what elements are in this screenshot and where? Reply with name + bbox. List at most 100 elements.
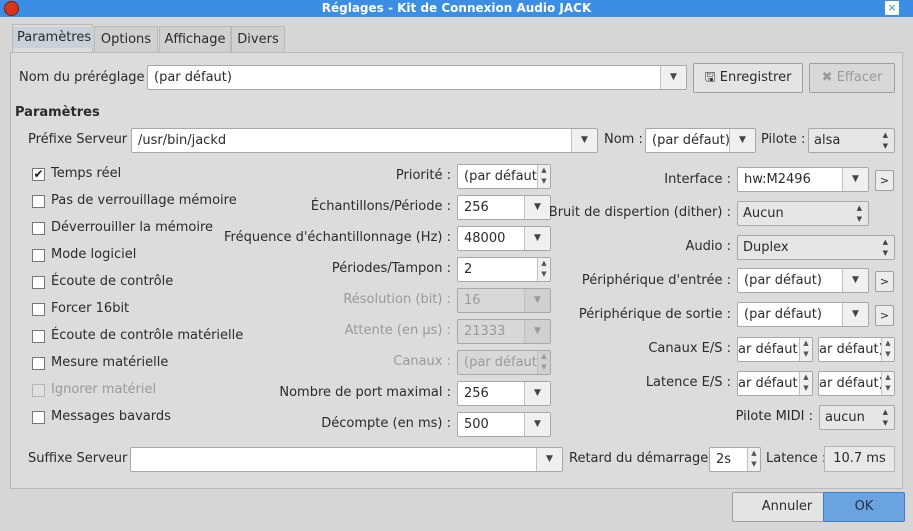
start-delay-spin[interactable]: 2s ▲ ▼: [709, 447, 761, 472]
output-channels-value: ar défaut): [819, 342, 884, 357]
preset-combo[interactable]: (par défaut) ▼: [147, 65, 687, 90]
checkbox[interactable]: [32, 276, 45, 289]
field-label: Priorité :: [395, 168, 451, 183]
field-label: Périodes/Tampon :: [331, 261, 451, 276]
output-channels-spin[interactable]: ar défaut) ▲ ▼: [818, 337, 895, 362]
audio-select[interactable]: Duplex ▲ ▼: [737, 235, 895, 260]
input-channels-spin[interactable]: ar défaut) ▲ ▼: [737, 337, 813, 362]
output-device-combo[interactable]: (par défaut) ▼: [737, 302, 869, 327]
midi-driver-value: aucun: [825, 410, 865, 425]
title-bar: Réglages - Kit de Connexion Audio JACK: [0, 0, 913, 17]
ok-button[interactable]: OK: [823, 492, 905, 522]
checkbox[interactable]: [32, 222, 45, 235]
audio-value: Duplex: [743, 240, 789, 255]
interface-combo[interactable]: hw:M2496 ▼: [737, 167, 869, 192]
tab-divers[interactable]: Divers: [231, 26, 285, 53]
checkbox[interactable]: [32, 357, 45, 370]
input-device-combo[interactable]: (par défaut) ▼: [737, 268, 869, 293]
updown-icon: ▲ ▼: [882, 131, 888, 150]
tab-parametres[interactable]: Paramètres: [12, 24, 96, 53]
spin-box[interactable]: (par défaut) ▲ ▼: [457, 350, 551, 375]
input-device-label: Périphérique d'entrée :: [581, 273, 731, 288]
input-latency-spin[interactable]: ar défaut) ▲ ▼: [737, 371, 813, 396]
server-prefix-label: Préfixe Serveur :: [28, 132, 136, 147]
combo-box[interactable]: 48000 ▼: [457, 226, 551, 251]
checkbox-label[interactable]: Mode logiciel: [51, 245, 136, 265]
midi-driver-select[interactable]: aucun ▲ ▼: [819, 405, 895, 430]
dither-label: Bruit de dispertion (dither) :: [548, 205, 731, 220]
tab-label: Paramètres: [13, 27, 96, 48]
driver-select[interactable]: alsa ▲ ▼: [808, 128, 895, 153]
spin-box[interactable]: (par défaut) ▲ ▼: [457, 164, 551, 189]
checkbox[interactable]: [32, 384, 45, 397]
server-suffix-label: Suffixe Serveur :: [28, 451, 136, 466]
input-device-value: (par défaut): [744, 273, 822, 288]
field-value: 500: [464, 417, 489, 432]
start-delay-label: Retard du démarrage :: [569, 451, 717, 466]
checkbox[interactable]: [32, 249, 45, 262]
field-value: 21333: [464, 324, 506, 339]
chevron-down-icon: ▼: [524, 320, 550, 343]
server-name-combo[interactable]: (par défaut) ▼: [645, 128, 756, 153]
section-heading: Paramètres: [15, 105, 100, 120]
checkbox[interactable]: [32, 330, 45, 343]
chevron-down-icon: ▼: [729, 129, 755, 152]
field-value: 16: [464, 293, 481, 308]
input-device-more-button[interactable]: >: [875, 271, 894, 292]
checkbox-label[interactable]: Écoute de contrôle: [51, 272, 173, 292]
checkbox-label[interactable]: Mesure matérielle: [51, 353, 168, 373]
combo-box[interactable]: 256 ▼: [457, 195, 551, 220]
server-suffix-combo[interactable]: ▼: [130, 447, 563, 472]
checkbox[interactable]: ✔: [32, 168, 45, 181]
checkbox[interactable]: [32, 195, 45, 208]
audio-label: Audio :: [685, 239, 731, 254]
checkbox-label[interactable]: Déverrouiller la mémoire: [51, 218, 213, 238]
server-prefix-combo[interactable]: /usr/bin/jackd ▼: [131, 128, 598, 153]
field-value: (par défaut): [464, 169, 542, 184]
checkbox-label[interactable]: Ignorer matériel: [51, 380, 156, 400]
combo-box[interactable]: 21333 ▼: [457, 319, 551, 344]
field-label: Nombre de port maximal :: [279, 385, 451, 400]
spin-box[interactable]: 2 ▲ ▼: [457, 257, 551, 282]
updown-icon: ▲ ▼: [537, 258, 550, 281]
chevron-down-icon: ▼: [842, 269, 868, 292]
combo-box[interactable]: 500 ▼: [457, 412, 551, 437]
server-name-value: (par défaut): [652, 133, 730, 148]
midi-driver-label: Pilote MIDI :: [735, 409, 813, 424]
tab-options[interactable]: Options: [94, 26, 158, 53]
checkbox-label[interactable]: Messages bavards: [51, 407, 171, 427]
chevron-down-icon: ▼: [524, 227, 550, 250]
checkbox-label[interactable]: Temps réel: [51, 164, 121, 184]
chevron-down-icon: ▼: [571, 129, 597, 152]
delete-button[interactable]: ✖ Effacer: [809, 63, 895, 93]
delete-label: Effacer: [836, 70, 883, 85]
preset-value: (par défaut): [154, 70, 232, 85]
dither-select[interactable]: Aucun ▲ ▼: [737, 201, 869, 226]
interface-more-button[interactable]: >: [875, 170, 894, 191]
close-button[interactable]: ×: [885, 1, 899, 15]
checkbox[interactable]: [32, 303, 45, 316]
checkbox-label[interactable]: Pas de verrouillage mémoire: [51, 191, 237, 211]
field-label: Attente (en µs) :: [344, 323, 451, 338]
save-button[interactable]: 🖫 Enregistrer: [693, 63, 803, 93]
combo-box[interactable]: 16 ▼: [457, 288, 551, 313]
field-label: Canaux :: [393, 354, 451, 369]
field-label: Décompte (en ms) :: [321, 416, 451, 431]
input-channels-value: ar défaut): [738, 342, 803, 357]
output-latency-value: ar défaut): [819, 376, 884, 391]
updown-icon: ▲ ▼: [537, 351, 550, 374]
checkbox-label[interactable]: Forcer 16bit: [51, 299, 129, 319]
server-prefix-value: /usr/bin/jackd: [138, 133, 227, 148]
chevron-down-icon: ▼: [524, 413, 550, 436]
output-latency-spin[interactable]: ar défaut) ▲ ▼: [818, 371, 895, 396]
output-device-more-button[interactable]: >: [875, 305, 894, 326]
updown-icon: ▲ ▼: [799, 338, 812, 361]
chevron-down-icon: ▼: [524, 196, 550, 219]
field-value: (par défaut): [464, 355, 542, 370]
combo-box[interactable]: 256 ▼: [457, 381, 551, 406]
updown-icon: ▲ ▼: [537, 165, 550, 188]
chevron-down-icon: ▼: [524, 382, 550, 405]
tab-affichage[interactable]: Affichage: [159, 26, 231, 53]
checkbox[interactable]: [32, 411, 45, 424]
checkbox-label[interactable]: Écoute de contrôle matérielle: [51, 326, 243, 346]
